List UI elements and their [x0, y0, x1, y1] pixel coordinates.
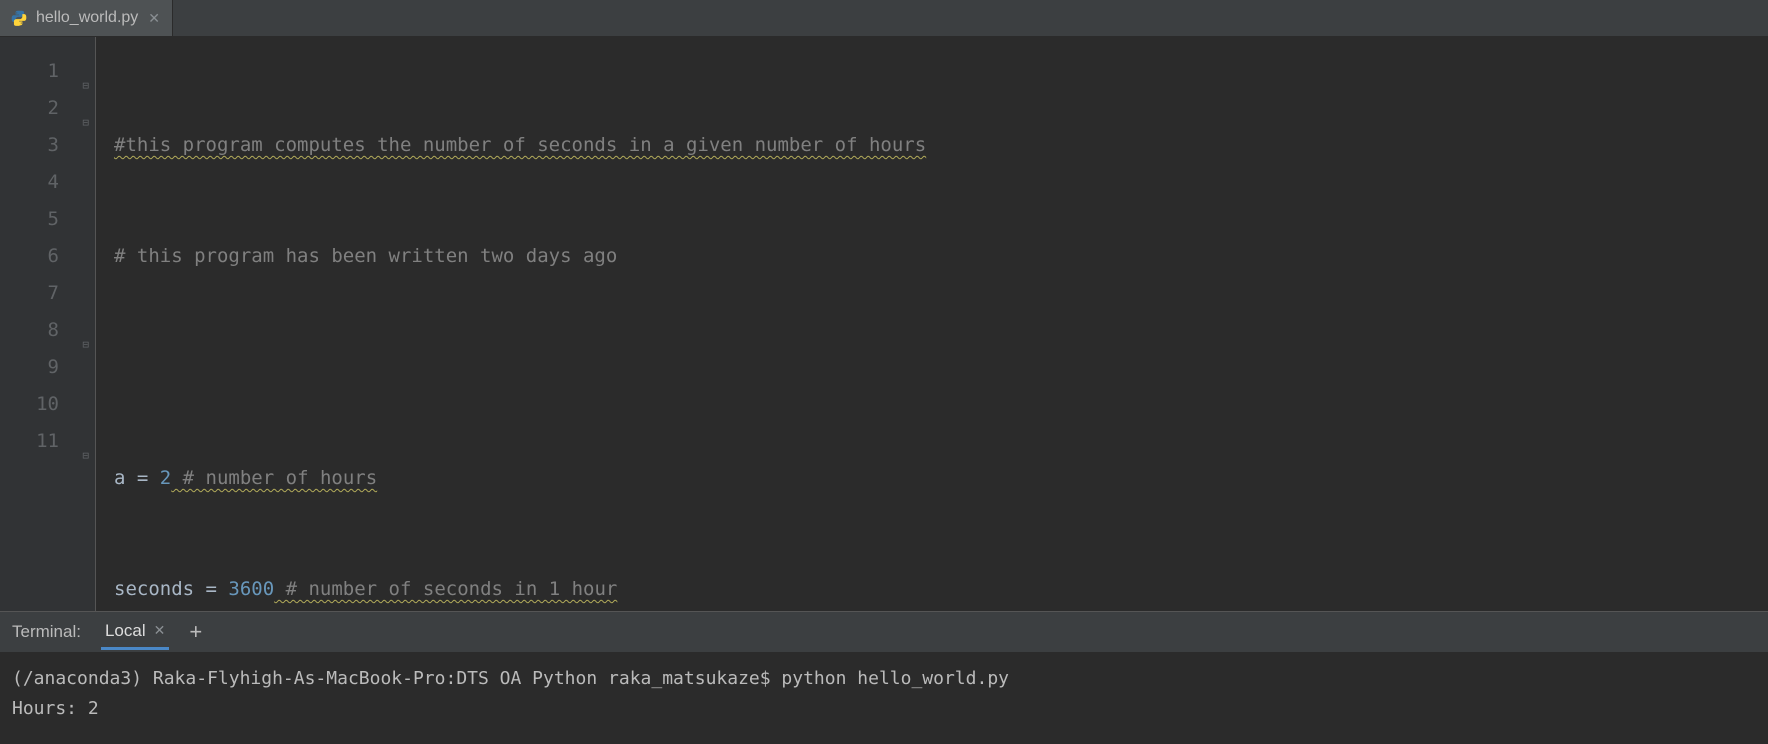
line-number: 6 [0, 238, 95, 275]
terminal-tab-label: Local [105, 621, 146, 641]
line-number: 2⊟ [0, 90, 95, 127]
close-icon[interactable]: ✕ [146, 10, 162, 27]
code-line: # this program has been written two days… [114, 238, 1768, 275]
tab-bar: hello_world.py ✕ [0, 0, 1768, 37]
code-area[interactable]: #this program computes the number of sec… [95, 37, 1768, 611]
code-line [114, 349, 1768, 386]
code-line: #this program computes the number of sec… [114, 127, 1768, 164]
file-tab-label: hello_world.py [36, 9, 138, 27]
terminal-tab[interactable]: Local ✕ [101, 615, 169, 650]
terminal-line: Hours: 2 [12, 698, 99, 719]
fold-icon[interactable]: ⊟ [79, 437, 89, 447]
terminal-line: (/anaconda3) Raka-Flyhigh-As-MacBook-Pro… [12, 668, 1009, 689]
close-icon[interactable]: ✕ [154, 622, 166, 639]
line-number: 11⊟ [0, 423, 95, 460]
line-number: 10 [0, 386, 95, 423]
code-line: a = 2 # number of hours [114, 460, 1768, 497]
fold-icon[interactable]: ⊟ [79, 326, 89, 336]
terminal-header: Terminal: Local ✕ + [0, 612, 1768, 652]
code-line: seconds = 3600 # number of seconds in 1 … [114, 571, 1768, 608]
terminal-panel: Terminal: Local ✕ + (/anaconda3) Raka-Fl… [0, 611, 1768, 744]
line-number: 1⊟ [0, 53, 95, 90]
fold-icon[interactable]: ⊟ [79, 104, 89, 114]
line-number: 3 [0, 127, 95, 164]
line-gutter: 1⊟ 2⊟ 3 4 5 6 7 8⊟ 9 10 11⊟ [0, 37, 95, 611]
python-file-icon [10, 9, 28, 27]
terminal-title: Terminal: [12, 622, 81, 642]
line-number: 7 [0, 275, 95, 312]
line-number: 8⊟ [0, 312, 95, 349]
line-number: 4 [0, 164, 95, 201]
fold-icon[interactable]: ⊟ [79, 67, 89, 77]
plus-icon[interactable]: + [189, 619, 202, 645]
terminal-output[interactable]: (/anaconda3) Raka-Flyhigh-As-MacBook-Pro… [0, 652, 1768, 744]
file-tab[interactable]: hello_world.py ✕ [0, 0, 173, 36]
line-number: 9 [0, 349, 95, 386]
line-number: 5 [0, 201, 95, 238]
code-editor[interactable]: 1⊟ 2⊟ 3 4 5 6 7 8⊟ 9 10 11⊟ #this progra… [0, 37, 1768, 611]
